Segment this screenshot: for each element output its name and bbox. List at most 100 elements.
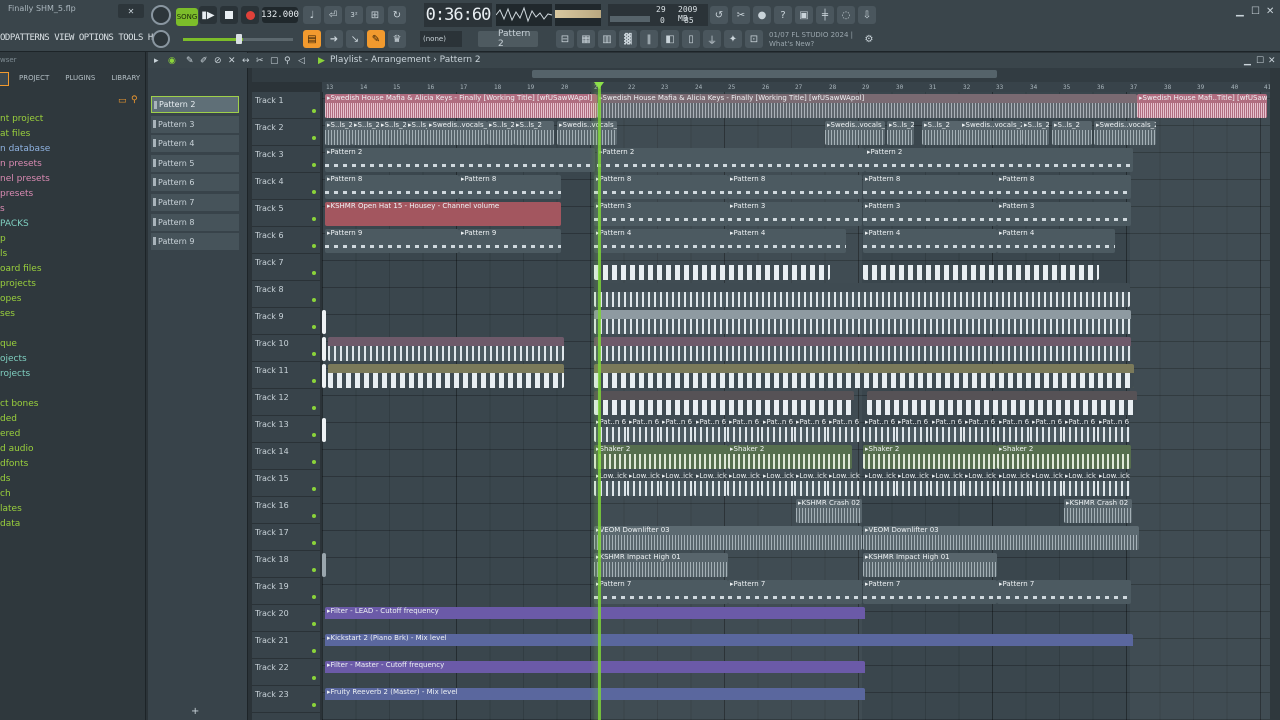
playlist-clip[interactable]: ▸Pattern 9: [325, 229, 459, 253]
plugin-icon[interactable]: ◧: [661, 30, 679, 48]
playlist-clip[interactable]: ▸Pat..n 6: [997, 418, 1030, 442]
close-icon[interactable]: ✕: [1266, 6, 1274, 17]
playlist-clip[interactable]: ▸Low..ick: [827, 472, 860, 496]
playlist-clip[interactable]: ▸Low..ick: [627, 472, 660, 496]
browser-item[interactable]: n presets: [0, 157, 50, 172]
playlist-clip[interactable]: ▸Pat..n 6: [827, 418, 860, 442]
playlist-maximize-icon[interactable]: ☐: [1256, 56, 1264, 66]
playlist-clip[interactable]: ▸Pat..n 6: [896, 418, 929, 442]
magnet-icon[interactable]: ◉: [168, 56, 176, 66]
countdown-icon[interactable]: 3²: [345, 6, 363, 24]
browser-item[interactable]: [0, 382, 50, 397]
track-active-led[interactable]: [312, 676, 316, 680]
track-header[interactable]: Track 4: [252, 173, 320, 200]
track-header[interactable]: Track 17: [252, 524, 320, 551]
playlist-clip[interactable]: ▸Pattern 3: [728, 202, 862, 226]
playlist-clip[interactable]: ▸Pat..n 6: [1030, 418, 1063, 442]
playlist-clip[interactable]: ▸Pattern 4: [728, 229, 846, 253]
playlist-clip[interactable]: ▸Pat..n 6: [694, 418, 727, 442]
playlist-clip[interactable]: ▸Pattern 8: [325, 175, 459, 199]
playlist-clip[interactable]: ▸Low..ick: [1063, 472, 1096, 496]
tools-icon[interactable]: ✂: [732, 6, 750, 24]
track-active-led[interactable]: [312, 595, 316, 599]
search-icon[interactable]: ⚲: [131, 95, 138, 105]
playlist-clip[interactable]: ▸Swedish House Mafia & Alicia Keys - Fin…: [325, 94, 597, 118]
playlist-clip[interactable]: ▸Pattern 7: [863, 580, 997, 604]
mixer-view-icon[interactable]: ‖: [640, 30, 658, 48]
picker-pattern[interactable]: Pattern 9: [151, 233, 239, 251]
picker-pattern[interactable]: Pattern 6: [151, 174, 239, 192]
piano-roll-icon[interactable]: ▥: [598, 30, 616, 48]
browser-item[interactable]: at files: [0, 127, 50, 142]
menu-patterns[interactable]: ODPATTERNS: [0, 33, 54, 45]
playlist-clip[interactable]: [322, 553, 326, 577]
help-icon[interactable]: ?: [774, 6, 792, 24]
settings-icon[interactable]: ⚙: [860, 30, 878, 48]
file-icon[interactable]: ▯: [682, 30, 700, 48]
playhead-marker[interactable]: [594, 82, 604, 89]
track-header[interactable]: Track 7: [252, 254, 320, 281]
playlist-clip[interactable]: ▸Pat..n 6: [1063, 418, 1096, 442]
folder-icon[interactable]: ▭: [118, 96, 127, 106]
playlist-clip[interactable]: ▸Pat..n 6: [761, 418, 794, 442]
playlist-clip[interactable]: ▸S..ls_2: [1052, 121, 1092, 145]
select-icon[interactable]: ▢: [270, 56, 279, 66]
delete-icon[interactable]: ⊘: [214, 56, 222, 66]
mute-icon[interactable]: ✕: [228, 56, 236, 66]
slide-icon[interactable]: ↘: [346, 30, 364, 48]
track-active-led[interactable]: [312, 514, 316, 518]
track-header[interactable]: Track 5: [252, 200, 320, 227]
browser-icon[interactable]: ⊟: [556, 30, 574, 48]
track-active-led[interactable]: [312, 352, 316, 356]
wait-input-icon[interactable]: ⏎: [324, 6, 342, 24]
picker-pattern[interactable]: Pattern 5: [151, 154, 239, 172]
bar-ruler[interactable]: 1315171921232527293133353739411416182022…: [322, 82, 1280, 92]
track-active-led[interactable]: [312, 703, 316, 707]
playlist-clip[interactable]: ▸Swedis..vocals_2: [557, 121, 617, 145]
play-arrow-icon[interactable]: ▶: [318, 56, 325, 66]
menu-options[interactable]: OPTIONS: [79, 33, 118, 45]
playlist-clip[interactable]: ▸Pattern 8: [459, 175, 561, 199]
track-header[interactable]: Track 19: [252, 578, 320, 605]
minimize-icon[interactable]: ▁: [1236, 6, 1244, 17]
playlist-clip[interactable]: ▸Pattern 3: [594, 202, 728, 226]
playlist-clip[interactable]: ▸KSHMR Impact High 01: [594, 553, 728, 577]
browser-item[interactable]: n database: [0, 142, 50, 157]
playlist-mode-icon[interactable]: ▤: [303, 30, 321, 48]
playlist-clip[interactable]: ▸Pat..n 6: [930, 418, 963, 442]
playlist-clip[interactable]: ▸S..ls_2: [887, 121, 914, 145]
browser-item[interactable]: oard files: [0, 262, 50, 277]
playlist-clip[interactable]: ▸Low..ick: [727, 472, 760, 496]
playlist-clip[interactable]: ▸Shaker 2: [728, 445, 852, 469]
playlist-close-icon[interactable]: ✕: [1268, 56, 1276, 66]
record-mode-knob[interactable]: [151, 5, 171, 25]
stamp-icon[interactable]: ♛: [388, 30, 406, 48]
playlist-clip[interactable]: ▸S..ls_2: [922, 121, 962, 145]
slice-icon[interactable]: ✂: [256, 56, 264, 66]
playlist-clip[interactable]: ▸Pattern 3: [997, 202, 1131, 226]
tab-plugins[interactable]: PLUGINS: [59, 72, 101, 86]
track-header[interactable]: Track 1: [252, 92, 320, 119]
magic-icon[interactable]: ✦: [724, 30, 742, 48]
picker-pattern[interactable]: Pattern 2: [151, 96, 239, 113]
playlist-clip[interactable]: [594, 337, 1131, 361]
playlist-clip[interactable]: ▸Pattern 8: [728, 175, 862, 199]
track-header[interactable]: Track 3: [252, 146, 320, 173]
track-header[interactable]: Track 16: [252, 497, 320, 524]
browser-item[interactable]: data: [0, 517, 50, 532]
playlist-clip[interactable]: ▸Swedis..vocals_2: [1094, 121, 1156, 145]
playlist-clip[interactable]: ▸VEOM Downlifter 03: [594, 526, 862, 550]
arrow-icon[interactable]: ➜: [325, 30, 343, 48]
playlist-arrow-icon[interactable]: ▸: [154, 56, 159, 66]
playlist-clip[interactable]: [322, 310, 326, 334]
track-active-led[interactable]: [312, 271, 316, 275]
browser-item[interactable]: rojects: [0, 367, 50, 382]
picker-pattern[interactable]: Pattern 7: [151, 194, 239, 211]
track-active-led[interactable]: [312, 487, 316, 491]
playlist-clip[interactable]: ▸KSHMR Open Hat 15 - Housey - Channel vo…: [325, 202, 561, 226]
playlist-clip[interactable]: ▸Low..ick: [1097, 472, 1130, 496]
draw-icon[interactable]: ✎: [186, 56, 194, 66]
paint-icon[interactable]: ✎: [367, 30, 385, 48]
browser-item[interactable]: ct bones: [0, 397, 50, 412]
title-close-icon[interactable]: ✕: [118, 4, 144, 18]
